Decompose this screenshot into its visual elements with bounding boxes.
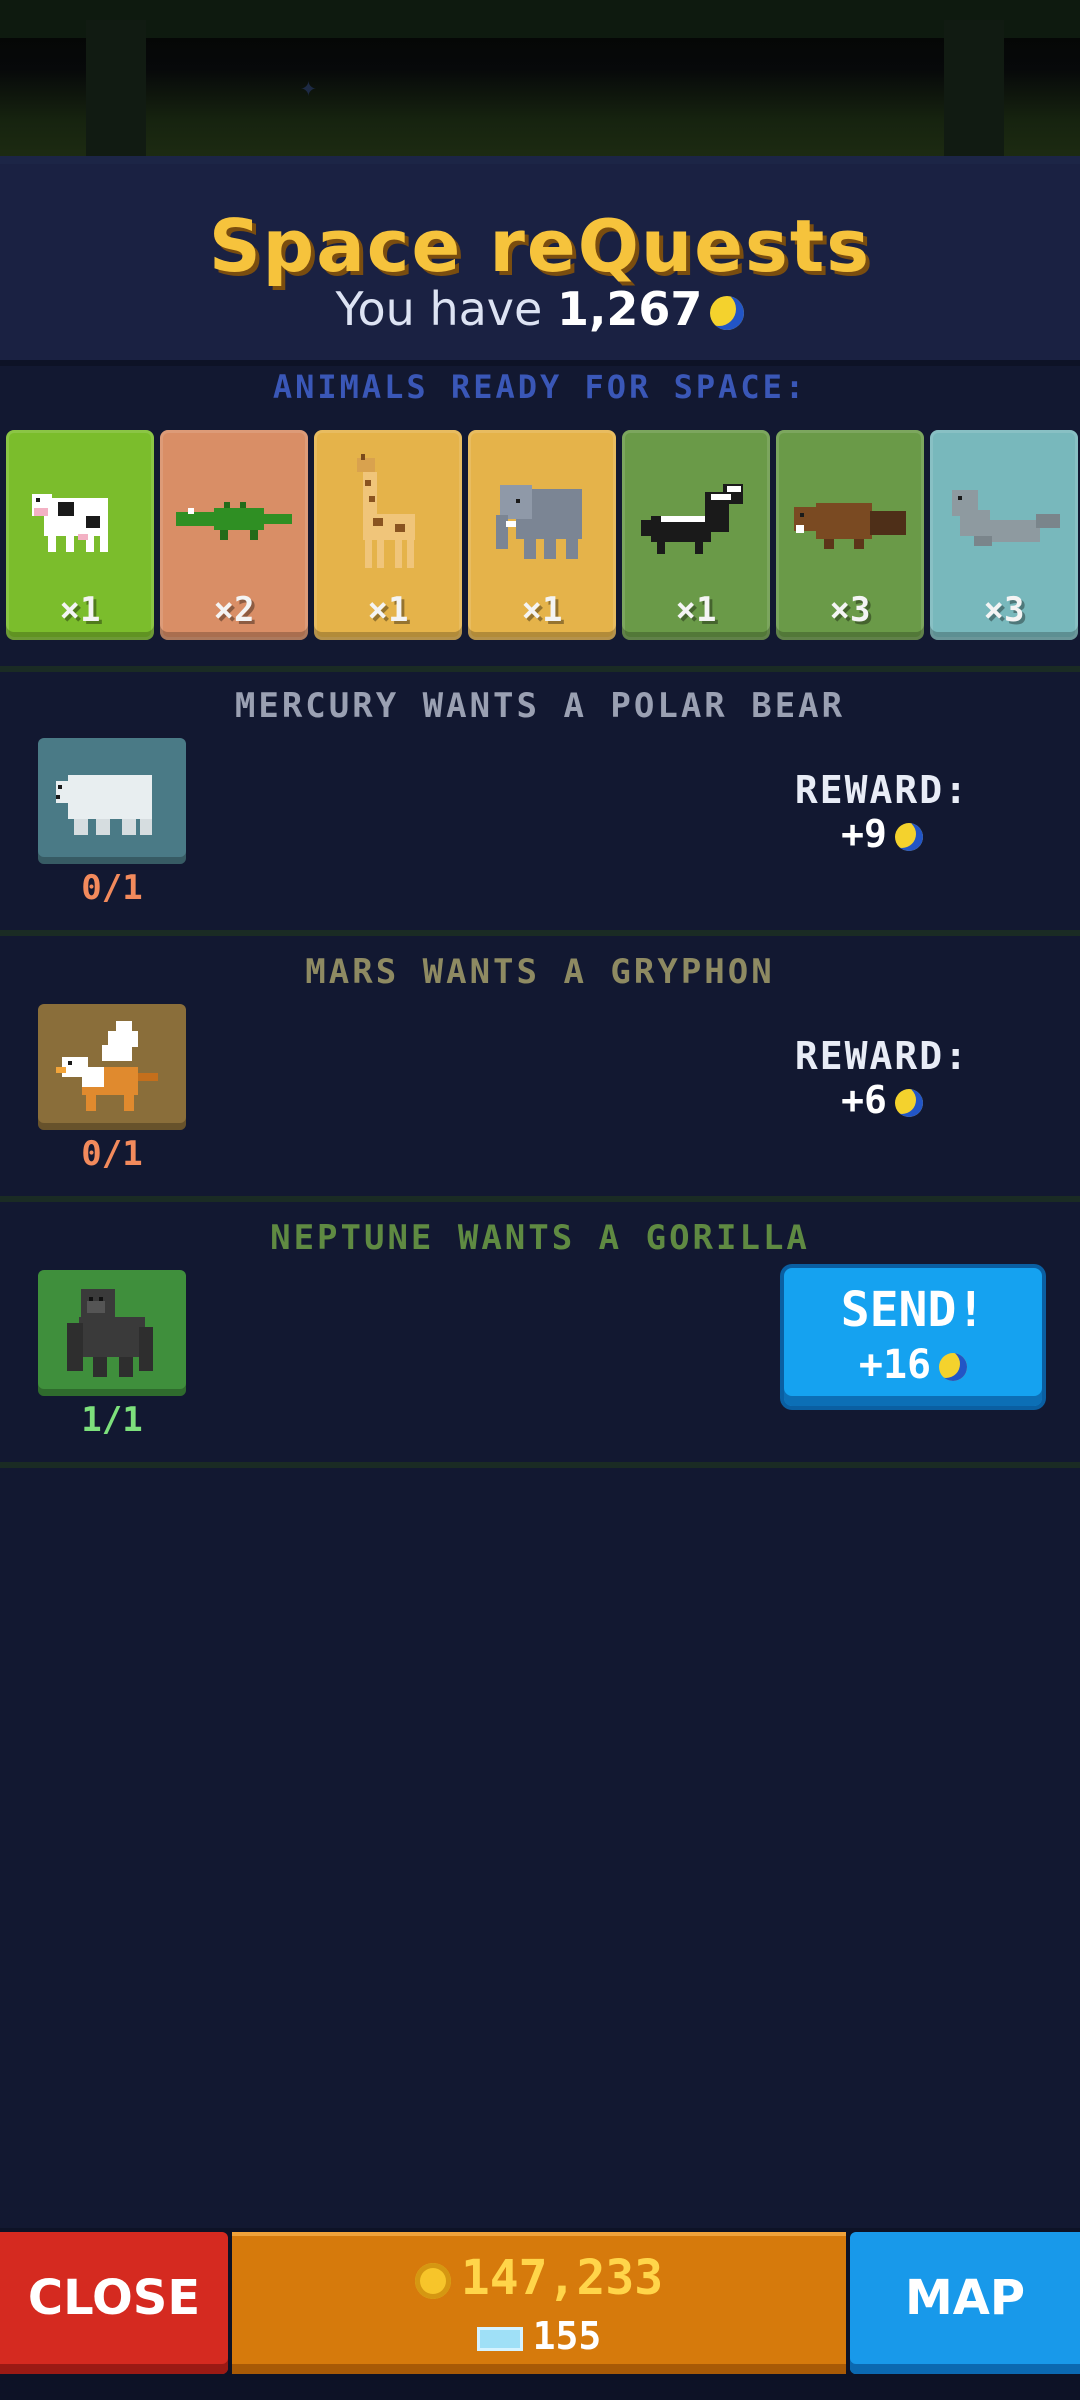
- cow-icon: [20, 470, 140, 570]
- seal-icon: [944, 470, 1064, 570]
- request-progress: 1/1: [81, 1400, 143, 1440]
- animal-count: ×2: [213, 590, 255, 630]
- moon-icon: [894, 822, 923, 851]
- elephant-icon: [482, 470, 602, 570]
- reward-amount: +9: [841, 812, 887, 856]
- animal-count: ×1: [521, 590, 563, 630]
- reward-amount: +16: [858, 1342, 932, 1388]
- crocodile-icon: [174, 470, 294, 570]
- reward-amount: +6: [841, 1078, 887, 1122]
- animal-count: ×1: [367, 590, 409, 630]
- currency-panel: 147,233 155: [232, 2232, 846, 2374]
- moon-icon: [710, 295, 745, 330]
- reward-value: +9: [782, 812, 982, 856]
- panel-border: [0, 156, 1080, 164]
- map-button[interactable]: MAP: [850, 2232, 1080, 2374]
- reward-value: +6: [782, 1078, 982, 1122]
- stone-pillar: [86, 20, 146, 158]
- request-title: MERCURY WANTS A POLAR BEAR: [234, 686, 846, 726]
- stone-pillar: [944, 20, 1004, 158]
- close-button[interactable]: CLOSE: [0, 2232, 228, 2374]
- bird-icon: ✦: [300, 70, 317, 103]
- request-title: NEPTUNE WANTS A GORILLA: [270, 1218, 810, 1258]
- ticket-amount: 155: [532, 2314, 602, 2358]
- game-scene-background: ✦: [0, 0, 1080, 158]
- animal-card-cow[interactable]: ×1: [6, 430, 154, 640]
- animal-card-giraffe[interactable]: ×1: [314, 430, 462, 640]
- skunk-icon: [636, 470, 756, 570]
- gryphon-icon: [38, 1004, 186, 1130]
- reward-label: REWARD:: [794, 1034, 970, 1078]
- panel-header: Space reQuests You have 1,267: [0, 164, 1080, 360]
- animal-card-crocodile[interactable]: ×2: [160, 430, 308, 640]
- animal-count: ×1: [59, 590, 101, 630]
- moon-icon: [939, 1353, 968, 1381]
- animal-card-elephant[interactable]: ×1: [468, 430, 616, 640]
- divider: [0, 360, 1080, 366]
- coin-balance: 147,233: [232, 2250, 846, 2306]
- reward-label: REWARD:: [794, 768, 970, 812]
- ticket-balance: 155: [232, 2314, 846, 2358]
- divider: [0, 930, 1080, 936]
- divider: [0, 666, 1080, 672]
- send-button[interactable]: SEND! +16: [784, 1268, 1042, 1406]
- gorilla-icon: [38, 1270, 186, 1396]
- request-progress: 0/1: [81, 868, 143, 908]
- send-reward: +16: [784, 1342, 1042, 1388]
- balance-amount: 1,267: [556, 282, 703, 336]
- animal-count: ×3: [983, 590, 1025, 630]
- giraffe-icon: [328, 452, 448, 572]
- beaver-icon: [790, 470, 910, 570]
- page-title: Space reQuests: [208, 204, 872, 288]
- section-label: ANIMALS READY FOR SPACE:: [272, 368, 808, 406]
- balance-prefix: You have: [335, 282, 543, 336]
- polar-bear-icon: [38, 738, 186, 864]
- send-label: SEND!: [840, 1282, 986, 1338]
- moon-icon: [894, 1088, 923, 1117]
- divider: [0, 1462, 1080, 1468]
- moon-balance: You have 1,267: [0, 282, 1080, 336]
- request-progress: 0/1: [81, 1134, 143, 1174]
- divider: [0, 1196, 1080, 1202]
- animal-card-beaver[interactable]: ×3: [776, 430, 924, 640]
- animal-card-skunk[interactable]: ×1: [622, 430, 770, 640]
- coin-amount: 147,233: [460, 2250, 664, 2306]
- ticket-icon: [476, 2326, 523, 2351]
- animal-card-seal[interactable]: ×3: [930, 430, 1078, 640]
- animal-count: ×3: [829, 590, 871, 630]
- animal-count: ×1: [675, 590, 717, 630]
- coin-icon: [414, 2263, 451, 2299]
- animal-carousel[interactable]: ×1 ×2 ×1 ×1 ×1 ×3 ×3: [0, 428, 1080, 642]
- request-title: MARS WANTS A GRYPHON: [305, 952, 775, 992]
